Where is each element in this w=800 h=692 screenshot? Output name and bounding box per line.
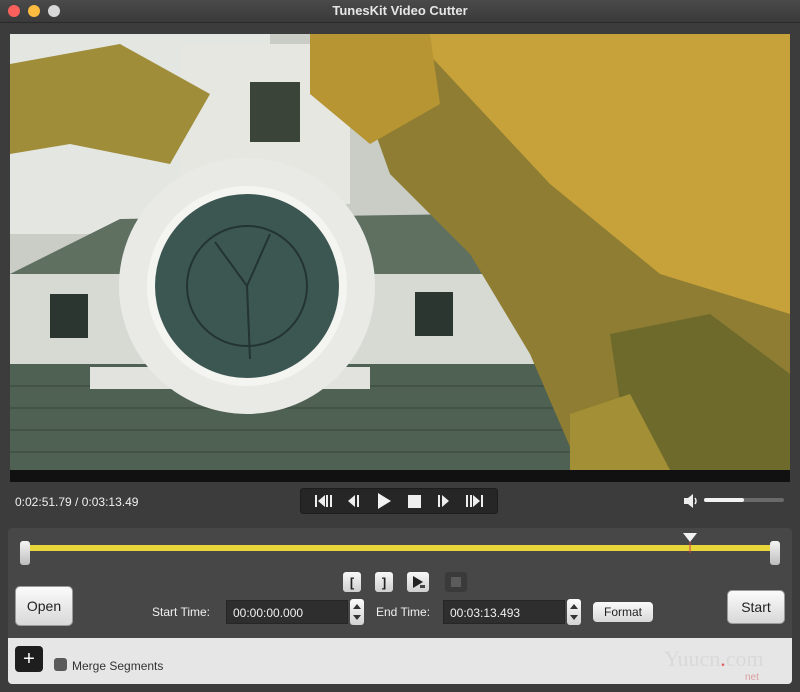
end-time-stepper[interactable]	[567, 599, 581, 625]
open-button[interactable]: Open	[15, 586, 73, 626]
format-button[interactable]: Format	[593, 602, 653, 622]
stop-preview-button[interactable]	[445, 572, 467, 592]
title-bar: TunesKit Video Cutter	[0, 0, 800, 23]
trim-end-handle[interactable]	[770, 541, 780, 565]
step-forward-icon	[466, 495, 483, 507]
volume-icon[interactable]	[684, 494, 700, 508]
preview-segment-icon	[413, 576, 425, 588]
merge-segments-label: Merge Segments	[72, 659, 164, 673]
set-start-button[interactable]: [	[343, 572, 361, 592]
stepper-arrows-icon	[353, 604, 361, 620]
volume-slider-fill	[704, 498, 744, 502]
step-back-icon	[315, 495, 332, 507]
frame-forward-button[interactable]	[433, 490, 455, 512]
merge-segments-checkbox[interactable]	[54, 658, 67, 671]
start-time-stepper[interactable]	[350, 599, 364, 625]
stop-icon	[451, 577, 461, 587]
video-preview[interactable]	[10, 34, 790, 482]
frame-back-button[interactable]	[343, 490, 365, 512]
trim-timeline-track[interactable]	[24, 545, 776, 551]
playhead-marker[interactable]	[683, 533, 698, 553]
set-end-button[interactable]: ]	[375, 572, 393, 592]
window-title: TunesKit Video Cutter	[332, 3, 468, 18]
time-readout: 0:02:51.79 / 0:03:13.49	[15, 495, 139, 509]
start-button[interactable]: Start	[727, 590, 785, 624]
step-back-button[interactable]	[313, 490, 335, 512]
watermark: Yuucn.com	[664, 646, 764, 672]
play-icon	[378, 493, 391, 509]
video-bottom-bar	[10, 470, 790, 482]
frame-back-icon	[348, 495, 359, 507]
watermark-tail: com	[725, 646, 764, 671]
frame-forward-icon	[438, 495, 449, 507]
add-segment-button[interactable]: +	[15, 646, 43, 672]
stop-icon	[407, 494, 421, 508]
watermark-sub: net	[745, 672, 759, 683]
trim-start-handle[interactable]	[20, 541, 30, 565]
watermark-main: Yuucn	[664, 646, 721, 671]
stepper-arrows-icon	[570, 604, 578, 620]
start-time-field[interactable]: 00:00:00.000	[226, 600, 348, 624]
transport-controls	[300, 488, 498, 514]
volume-slider[interactable]	[704, 498, 784, 502]
play-button[interactable]	[373, 490, 395, 512]
start-time-label: Start Time:	[152, 605, 211, 619]
stop-button[interactable]	[403, 490, 425, 512]
video-frame-image	[10, 34, 790, 470]
end-time-label: End Time:	[376, 605, 431, 619]
step-forward-button[interactable]	[463, 490, 485, 512]
preview-segment-button[interactable]	[407, 572, 429, 592]
end-time-field[interactable]: 00:03:13.493	[443, 600, 565, 624]
